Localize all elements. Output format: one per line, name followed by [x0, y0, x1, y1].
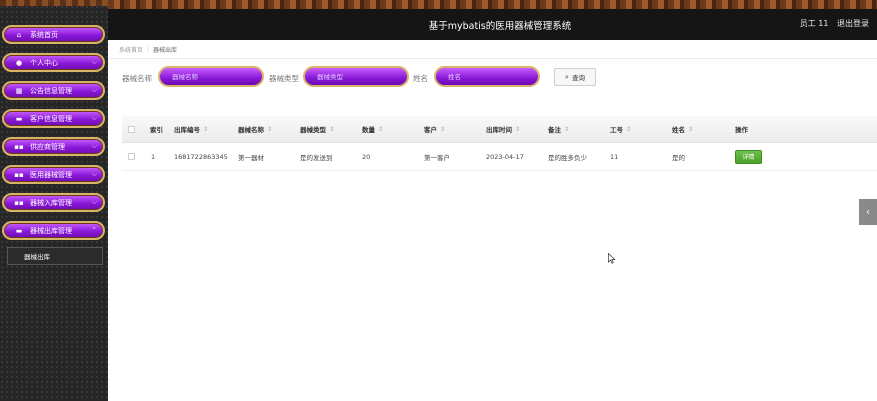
sort-icon: ⇕ [203, 125, 209, 133]
current-user: 员工 11 [799, 19, 829, 28]
row-checkbox[interactable] [128, 143, 135, 170]
grid-icon: ▪▪ [14, 142, 24, 151]
briefcase-icon: ▬ [15, 114, 23, 123]
header-out-no[interactable]: 出库编号 ⇕ [174, 116, 208, 142]
sidebar-item-stock-out[interactable]: ▬ 器械出库管理 ⌃ [2, 221, 105, 240]
sidebar-item-home[interactable]: ⌂ 系统首页 [2, 25, 105, 44]
header-remark[interactable]: 备注 ⇕ [548, 116, 569, 142]
sort-icon: ⇕ [440, 125, 446, 133]
sort-icon: ⇕ [688, 125, 694, 133]
stock-out-table: 索引 出库编号 ⇕ 器械名称 ⇕ 器械类型 ⇕ 数量 ⇕ 客户 ⇕ 出库时间 ⇕ 备注 ⇕ 工… [122, 116, 877, 171]
device-name-input[interactable] [158, 66, 264, 87]
app-title: 基于mybatis的医用器械管理系统 [428, 21, 572, 32]
grid-icon: ▪▪ [14, 170, 24, 179]
header-device-type[interactable]: 器械类型 ⇕ [300, 116, 334, 142]
select-all-checkbox[interactable] [128, 116, 135, 142]
device-name-label: 器械名称 [122, 74, 152, 83]
chevron-down-icon: ⌵ [91, 114, 97, 122]
breadcrumb-current: 器械出库 [153, 46, 178, 54]
grid-icon: ▪▪ [14, 198, 24, 207]
table-header: 索引 出库编号 ⇕ 器械名称 ⇕ 器械类型 ⇕ 数量 ⇕ 客户 ⇕ 出库时间 ⇕ 备注 ⇕ 工… [122, 116, 877, 143]
person-name-label: 姓名 [413, 74, 428, 83]
search-button-label: 查询 [571, 74, 585, 82]
cell-device-type: 是的发送到 [300, 153, 333, 162]
search-icon: ⌕ [565, 72, 569, 81]
header-index: 索引 [150, 126, 163, 134]
logout-link[interactable]: 退出登录 [837, 19, 869, 28]
sort-icon: ⇕ [329, 125, 335, 133]
detail-button[interactable]: 详情 [735, 149, 762, 164]
sidebar-item-label: 公告信息管理 [30, 86, 72, 95]
sidebar-decoration [0, 0, 108, 6]
sidebar-item-label: 器械出库管理 [30, 226, 72, 235]
cell-action: 详情 [735, 143, 762, 170]
comment-icon: ▬ [15, 226, 23, 235]
device-type-input[interactable] [303, 66, 409, 87]
chevron-down-icon: ⌵ [91, 58, 97, 66]
table-row: 1 1681722863345 第一器材 是的发送到 20 第一客户 2023-… [122, 143, 877, 171]
sidebar-item-label: 系统首页 [30, 30, 58, 39]
breadcrumb: 系统首页 / 器械出库 [108, 40, 877, 59]
device-type-label: 器械类型 [269, 74, 299, 83]
sidebar-item-label: 客户信息管理 [30, 114, 72, 123]
sort-icon: ⇕ [564, 125, 570, 133]
sort-icon: ⇕ [267, 125, 273, 133]
search-button[interactable]: ⌕ 查询 [554, 68, 596, 86]
chevron-down-icon: ⌵ [91, 86, 97, 94]
home-icon: ⌂ [16, 30, 22, 39]
header-decoration [108, 0, 877, 9]
cell-emp-name: 是的 [672, 153, 685, 162]
sidebar-subitem-stock-out[interactable]: 器械出库 [7, 247, 103, 265]
sort-icon: ⇕ [515, 125, 521, 133]
header-emp-no[interactable]: 工号 ⇕ [610, 116, 631, 142]
user-icon: ● [15, 58, 23, 67]
sidebar-item-supplier[interactable]: ▪▪ 供应商管理 ⌵ [2, 137, 105, 156]
header-emp-name[interactable]: 姓名 ⇕ [672, 116, 693, 142]
mouse-cursor-icon [608, 253, 616, 264]
person-name-input[interactable] [434, 66, 540, 87]
chevron-down-icon: ⌵ [91, 142, 97, 150]
cell-out-no: 1681722863345 [174, 152, 228, 161]
calendar-icon: ▦ [15, 86, 23, 95]
chevron-down-icon: ⌵ [91, 170, 97, 178]
sidebar: ⌂ 系统首页 ● 个人中心 ⌵ ▦ 公告信息管理 ⌵ ▬ 客户信息管理 ⌵ ▪▪… [0, 0, 108, 401]
breadcrumb-separator: / [147, 45, 150, 53]
cell-remark: 是的胜多负少 [548, 153, 587, 162]
cell-out-time: 2023-04-17 [486, 152, 524, 161]
header-out-time[interactable]: 出库时间 ⇕ [486, 116, 520, 142]
sidebar-item-label: 器械入库管理 [30, 198, 72, 207]
top-header: 基于mybatis的医用器械管理系统 员工 11 退出登录 [0, 0, 877, 40]
sidebar-item-customer[interactable]: ▬ 客户信息管理 ⌵ [2, 109, 105, 128]
sort-icon: ⇕ [378, 125, 384, 133]
cell-device-name: 第一器材 [238, 153, 264, 162]
cell-customer: 第一客户 [424, 153, 450, 162]
cell-quantity: 20 [362, 152, 371, 161]
sidebar-item-notice[interactable]: ▦ 公告信息管理 ⌵ [2, 81, 105, 100]
cell-emp-no: 11 [610, 152, 619, 161]
chevron-up-icon: ⌃ [91, 226, 97, 234]
sidebar-item-label: 医用器械管理 [30, 170, 72, 179]
chevron-down-icon: ⌵ [91, 198, 97, 206]
sort-icon: ⇕ [626, 125, 632, 133]
breadcrumb-home[interactable]: 系统首页 [119, 45, 143, 54]
sidebar-item-profile[interactable]: ● 个人中心 ⌵ [2, 53, 105, 72]
chevron-left-icon[interactable]: ‹ [859, 199, 877, 225]
header-quantity[interactable]: 数量 ⇕ [362, 116, 383, 142]
header-device-name[interactable]: 器械名称 ⇕ [238, 116, 272, 142]
sidebar-item-label: 供应商管理 [30, 142, 65, 151]
user-info: 员工 11 退出登录 [794, 18, 869, 29]
sidebar-item-stock-in[interactable]: ▪▪ 器械入库管理 ⌵ [2, 193, 105, 212]
header-customer[interactable]: 客户 ⇕ [424, 116, 445, 142]
header-action: 操作 [735, 126, 748, 134]
sidebar-item-label: 个人中心 [30, 58, 58, 67]
cell-index: 1 [151, 152, 156, 161]
sidebar-item-device[interactable]: ▪▪ 医用器械管理 ⌵ [2, 165, 105, 184]
